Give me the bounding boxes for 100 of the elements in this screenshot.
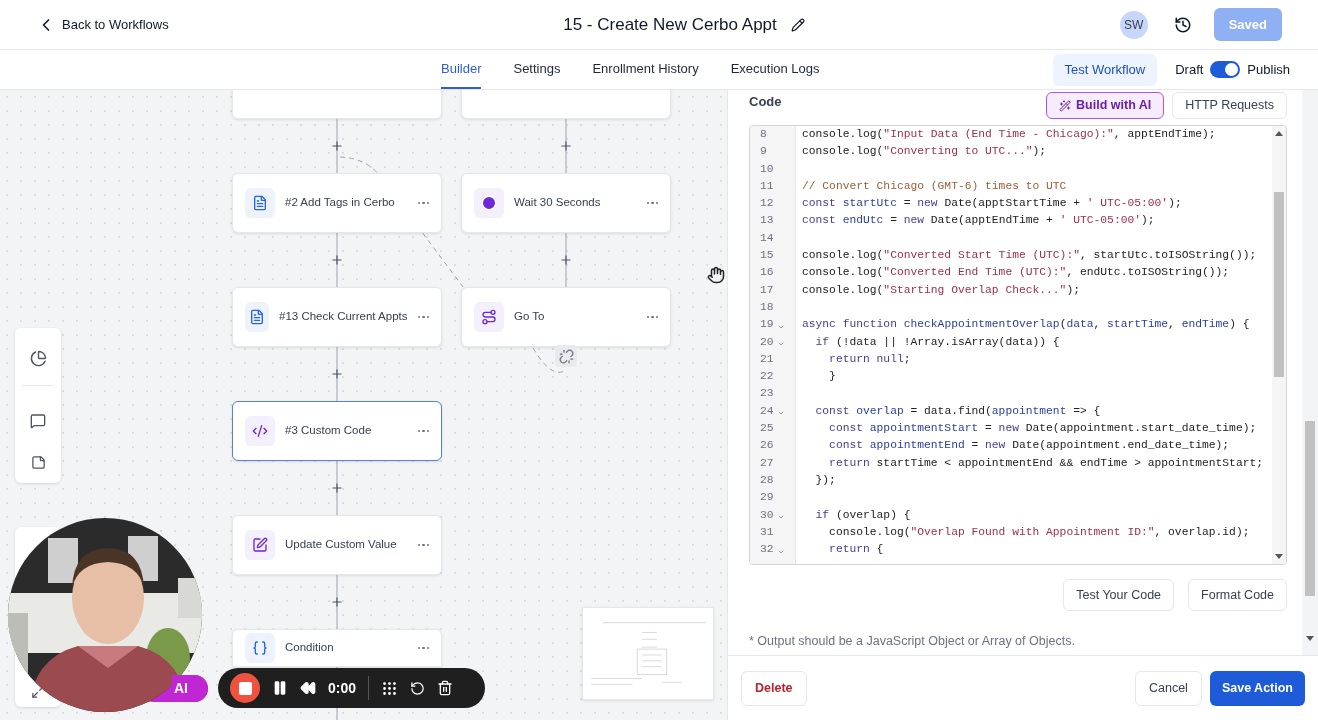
line-number: 17	[760, 284, 774, 296]
line-number: 8	[760, 129, 767, 141]
add-step-icon[interactable]	[330, 481, 344, 495]
recording-time: 0:00	[328, 678, 357, 698]
delete-button[interactable]: Delete	[741, 670, 807, 706]
test-code-button[interactable]: Test Your Code	[1063, 579, 1175, 611]
delete-icon[interactable]	[437, 680, 454, 696]
line-number: 14	[760, 232, 774, 245]
edit-icon[interactable]	[790, 17, 805, 32]
scroll-up-icon[interactable]	[1275, 131, 1283, 136]
code-line: console.log("Converted Start Time (UTC):", startUtc.toISOString());	[802, 248, 1257, 264]
step-label: Wait 30 Seconds	[514, 195, 602, 211]
code-line: });	[814, 472, 836, 488]
line-number: 19	[760, 319, 774, 331]
code-line: const appointmentStart = new Date(appointment.start_date_time);	[828, 421, 1257, 437]
scroll-down-icon[interactable]	[1306, 636, 1314, 641]
line-number: 10	[760, 163, 774, 175]
ai-button[interactable]: AI	[172, 675, 208, 702]
code-line: const appointmentEnd = new Date(appointment.end_date_time);	[828, 438, 1230, 454]
line-number: 25	[760, 423, 774, 435]
unlink-icon[interactable]	[558, 348, 574, 364]
add-step-icon[interactable]	[330, 253, 344, 267]
save-action-button[interactable]: Save Action	[1209, 670, 1305, 706]
format-code-button[interactable]: Format Code	[1188, 579, 1287, 611]
braces-icon	[252, 640, 268, 656]
line-number: 18	[760, 301, 774, 314]
code-line: async function checkAppointmentOverlap(data, startTime, endTime) {	[802, 317, 1250, 333]
line-number: 13	[760, 215, 774, 227]
hand-cursor-icon	[707, 266, 725, 284]
code-line: if (overlap) {	[814, 507, 911, 523]
step-card[interactable]: Wait 30 Seconds	[461, 173, 671, 233]
comment-icon[interactable]	[30, 413, 46, 429]
workflow-title: 15 - Create New Cerbo Appt	[563, 13, 777, 36]
rewind-icon[interactable]	[300, 680, 316, 696]
history-icon[interactable]	[1173, 15, 1192, 34]
publish-toggle[interactable]	[1210, 61, 1241, 78]
note-icon[interactable]	[30, 455, 46, 470]
line-number: 24	[760, 405, 774, 418]
code-line: // Convert Chicago (GMT-6) times to UTC	[802, 178, 1067, 194]
step-label: #13 Check Current Appts	[279, 309, 408, 325]
tab[interactable]: Execution Logs	[730, 50, 820, 89]
tab[interactable]: Settings	[513, 50, 561, 89]
line-number: 28	[760, 474, 774, 487]
line-number: 29	[760, 492, 774, 504]
line-number: 27	[760, 457, 774, 469]
user-avatar[interactable]: SW	[1119, 10, 1148, 39]
code-line: return startTime < appointmentEnd && endTime > appointmentStart;	[828, 455, 1263, 471]
http-requests-button[interactable]: HTTP Requests	[1172, 92, 1287, 119]
step-card[interactable]: Go To	[461, 287, 671, 347]
code-line: return null;	[828, 351, 911, 367]
build-with-ai-button[interactable]: Build with AI	[1046, 92, 1165, 119]
restart-icon[interactable]	[410, 680, 426, 696]
step-label: #2 Add Tags in Cerbo	[285, 195, 396, 211]
publish-label: Publish	[1247, 60, 1290, 79]
cancel-button[interactable]: Cancel	[1135, 670, 1202, 706]
document-icon	[249, 309, 265, 325]
code-line: console.log("Starting Overlap Check...");	[802, 282, 1080, 298]
step-label: Condition	[285, 640, 335, 656]
add-step-icon[interactable]	[330, 139, 344, 153]
code-line: console.log("Converted End Time (UTC):", endUtc.toISOString());	[802, 265, 1230, 281]
line-number: 12	[760, 198, 774, 210]
step-label: #3 Custom Code	[285, 423, 373, 439]
line-number: 20	[760, 336, 774, 348]
test-workflow-button[interactable]: Test Workflow	[1052, 53, 1158, 86]
step-card[interactable]: Condition	[232, 629, 442, 667]
scrollbar-thumb[interactable]	[1274, 192, 1284, 377]
line-number: 9	[760, 146, 767, 158]
edit-icon	[252, 537, 268, 553]
code-line: const startUtc = new Date(apptStartTime + ' UTC-05:00');	[802, 196, 1182, 212]
line-number: 26	[760, 440, 774, 452]
grid-icon[interactable]	[381, 679, 399, 697]
line-number: 22	[760, 371, 774, 383]
route-icon	[481, 309, 497, 325]
stop-button[interactable]	[230, 673, 260, 703]
add-step-icon[interactable]	[330, 595, 344, 609]
add-step-icon[interactable]	[559, 253, 573, 267]
code-line: const endUtc = new Date(apptEndTime + ' UTC-05:00');	[802, 213, 1155, 229]
wand-icon	[1059, 99, 1072, 112]
step-label: Update Custom Value	[285, 537, 398, 553]
chart-icon[interactable]	[29, 350, 47, 367]
step-card[interactable]: #13 Check Current Appts	[232, 287, 442, 347]
code-line: return {	[828, 542, 884, 558]
draft-label: Draft	[1175, 60, 1204, 79]
add-step-icon[interactable]	[330, 367, 344, 381]
code-line: }	[828, 369, 836, 385]
scrollbar-thumb[interactable]	[1305, 421, 1315, 596]
step-card[interactable]: #2 Add Tags in Cerbo	[232, 173, 442, 233]
back-link[interactable]: Back to Workflows	[36, 14, 169, 35]
step-card[interactable]: #3 Custom Code	[232, 401, 442, 461]
line-number: 23	[760, 388, 774, 400]
code-editor[interactable]	[749, 125, 1287, 565]
output-note: * Output should be a JavaScript Object or Array of Objects.	[749, 633, 1076, 650]
add-step-icon[interactable]	[559, 139, 573, 153]
tab[interactable]: Enrollment History	[592, 50, 699, 89]
pause-icon[interactable]	[272, 680, 288, 696]
step-card[interactable]: Update Custom Value	[232, 515, 442, 575]
code-line: console.log("Input Data (End Time - Chicago):", apptEndTime);	[802, 127, 1216, 142]
scroll-down-icon[interactable]	[1275, 554, 1283, 559]
line-number: 21	[760, 353, 774, 366]
line-number: 30	[760, 509, 774, 521]
